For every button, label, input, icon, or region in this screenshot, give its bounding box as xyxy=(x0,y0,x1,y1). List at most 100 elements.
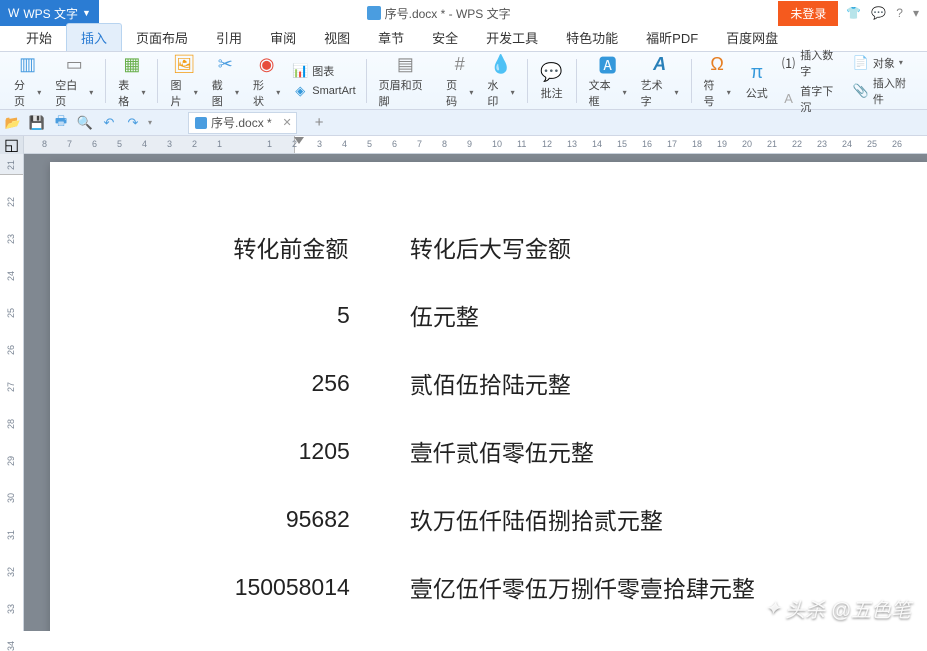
add-tab-button[interactable]: + xyxy=(315,114,324,131)
ruler-tick: 7 xyxy=(417,139,422,149)
separator xyxy=(157,59,158,103)
ruler-tick: 26 xyxy=(892,139,902,149)
symbol-button[interactable]: Ω 符号▾ xyxy=(698,51,737,111)
titlebar-icons: 👕 💬 ? ▾ xyxy=(838,6,927,20)
chevron-down-icon: ▾ xyxy=(727,88,731,97)
screenshot-button[interactable]: ✂ 截图▾ xyxy=(206,51,245,111)
separator xyxy=(366,59,367,103)
wordart-icon: A xyxy=(648,53,672,77)
wordart-button[interactable]: A 艺术字▾ xyxy=(635,51,685,111)
ruler-horizontal[interactable]: ◱ 87654321123456789101112131415161718192… xyxy=(0,136,927,154)
menu-tab-1[interactable]: 插入 xyxy=(66,23,122,51)
picture-button[interactable]: 🖼 图片▾ xyxy=(164,51,203,111)
print-icon[interactable]: 🖶 xyxy=(52,114,70,132)
ruler-tick: 10 xyxy=(492,139,502,149)
close-icon[interactable]: ✕ xyxy=(282,116,291,129)
menu-tab-0[interactable]: 开始 xyxy=(12,24,66,51)
login-button[interactable]: 未登录 xyxy=(778,1,838,26)
ruler-tick: 19 xyxy=(717,139,727,149)
ruler-corner[interactable]: ◱ xyxy=(0,136,24,154)
redo-icon[interactable]: ↷ xyxy=(124,114,142,132)
table-row: 256贰佰伍拾陆元整 xyxy=(182,350,795,416)
watermark-button[interactable]: 💧 水印▾ xyxy=(481,51,520,111)
insert-number-button[interactable]: ⑴插入数字 xyxy=(777,46,847,80)
header-footer-button[interactable]: ▤ 页眉和页脚 xyxy=(373,51,439,111)
ribbon: ▥ 分页▾ ▭ 空白页▾ ▦ 表格▾ 🖼 图片▾ ✂ 截图▾ ◉ 形状▾ 📊图表… xyxy=(0,52,927,110)
tab-label: 序号.docx * xyxy=(211,114,272,131)
attachment-button[interactable]: 📎插入附件 xyxy=(849,74,919,108)
smartart-button[interactable]: ◈SmartArt xyxy=(288,82,359,100)
dropcap-button[interactable]: A首字下沉 xyxy=(777,82,847,116)
header-before: 转化前金额 xyxy=(182,214,400,280)
ruler-tick: 2 xyxy=(292,139,297,149)
chevron-down-icon: ▾ xyxy=(141,88,145,97)
table-row: 5伍元整 xyxy=(182,282,795,348)
chevron-down-icon: ▾ xyxy=(511,88,515,97)
menu-tab-7[interactable]: 安全 xyxy=(418,24,472,51)
ruler-tick: 3 xyxy=(167,139,172,149)
save-icon[interactable]: 💾 xyxy=(28,114,46,132)
label: 页眉和页脚 xyxy=(379,77,433,109)
amount-after: 壹亿伍仟零伍万捌仟零壹拾肆元整 xyxy=(402,554,795,620)
window-title-text: 序号.docx * - WPS 文字 xyxy=(385,5,511,22)
label: 插入数字 xyxy=(800,47,843,79)
picture-icon: 🖼 xyxy=(172,53,196,77)
document-canvas[interactable]: 转化前金额 转化后大写金额 5伍元整256贰佰伍拾陆元整1205壹仟贰佰零伍元整… xyxy=(24,154,927,631)
chat-icon[interactable]: 💬 xyxy=(871,6,886,20)
equation-button[interactable]: π 公式 xyxy=(739,59,775,103)
object-button[interactable]: 📄对象▾ xyxy=(849,54,919,72)
label: 页码 xyxy=(446,77,467,109)
ruler-tick: 7 xyxy=(67,139,72,149)
object-icon: 📄 xyxy=(853,55,869,71)
blank-page-button[interactable]: ▭ 空白页▾ xyxy=(49,51,99,111)
ruler-tick: 27 xyxy=(6,382,16,392)
menu-tab-6[interactable]: 章节 xyxy=(364,24,418,51)
chevron-down-icon: ▾ xyxy=(235,88,239,97)
ruler-tick: 6 xyxy=(392,139,397,149)
label: 形状 xyxy=(253,77,274,109)
ruler-tick: 30 xyxy=(6,493,16,503)
app-name: WPS 文字 xyxy=(23,5,78,22)
menu-tab-8[interactable]: 开发工具 xyxy=(472,24,552,51)
equation-icon: π xyxy=(745,61,769,85)
ruler-tick: 3 xyxy=(317,139,322,149)
shapes-button[interactable]: ◉ 形状▾ xyxy=(247,51,286,111)
table-button[interactable]: ▦ 表格▾ xyxy=(112,51,151,111)
ruler-tick: 9 xyxy=(467,139,472,149)
ruler-tick: 26 xyxy=(6,345,16,355)
open-icon[interactable]: 📂 xyxy=(4,114,22,132)
help-icon[interactable]: ? xyxy=(896,6,903,20)
ruler-tick: 2 xyxy=(192,139,197,149)
ruler-vertical[interactable]: 2122232425262728293031323334 xyxy=(0,154,24,631)
menu-tab-2[interactable]: 页面布局 xyxy=(122,24,202,51)
chart-smartart-group: 📊图表 ◈SmartArt xyxy=(288,62,359,100)
page[interactable]: 转化前金额 转化后大写金额 5伍元整256贰佰伍拾陆元整1205壹仟贰佰零伍元整… xyxy=(50,162,927,631)
menu-tab-10[interactable]: 福昕PDF xyxy=(632,24,712,51)
amount-after: 伍元整 xyxy=(402,282,795,348)
chevron-down-icon[interactable]: ▾ xyxy=(913,6,919,20)
window-title: 序号.docx * - WPS 文字 xyxy=(99,5,778,22)
ruler-tick: 31 xyxy=(6,530,16,540)
menu-tab-3[interactable]: 引用 xyxy=(202,24,256,51)
chart-button[interactable]: 📊图表 xyxy=(288,62,359,80)
undo-icon[interactable]: ↶ xyxy=(100,114,118,132)
ruler-tick: 18 xyxy=(692,139,702,149)
ruler-tick: 8 xyxy=(42,139,47,149)
chart-icon: 📊 xyxy=(292,63,308,79)
page-number-button[interactable]: # 页码▾ xyxy=(440,51,479,111)
menu-tab-5[interactable]: 视图 xyxy=(310,24,364,51)
qat-dropdown-icon[interactable]: ▾ xyxy=(148,118,152,127)
amount-after: 玖万伍仟陆佰捌拾贰元整 xyxy=(402,486,795,552)
menu-tab-4[interactable]: 审阅 xyxy=(256,24,310,51)
comment-button[interactable]: 💬 批注 xyxy=(534,59,570,103)
textbox-button[interactable]: 🅰 文本框▾ xyxy=(583,51,633,111)
content-table: 转化前金额 转化后大写金额 5伍元整256贰佰伍拾陆元整1205壹仟贰佰零伍元整… xyxy=(180,212,797,622)
document-tab[interactable]: 序号.docx * ✕ xyxy=(188,112,297,134)
label: 对象 xyxy=(873,55,895,71)
ruler-tick: 1 xyxy=(267,139,272,149)
menu-tab-9[interactable]: 特色功能 xyxy=(552,24,632,51)
print-preview-icon[interactable]: 🔍 xyxy=(76,114,94,132)
page-break-button[interactable]: ▥ 分页▾ xyxy=(8,51,47,111)
tshirt-icon[interactable]: 👕 xyxy=(846,6,861,20)
chevron-down-icon: ▾ xyxy=(623,88,627,97)
